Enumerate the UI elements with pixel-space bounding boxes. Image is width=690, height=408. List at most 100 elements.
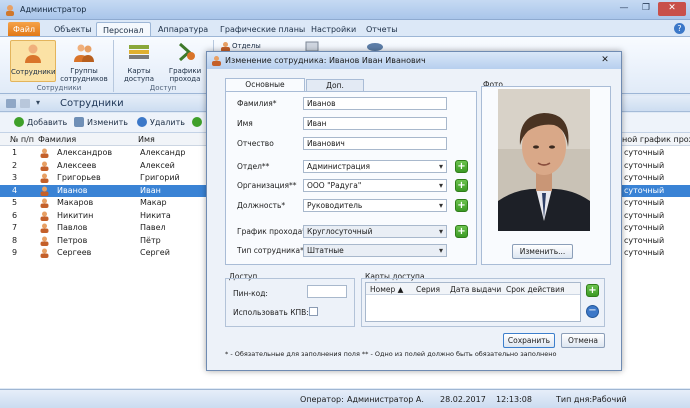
employee-icon xyxy=(40,161,49,171)
position-label: Должность* xyxy=(237,201,286,210)
day-type-label: Тип дня: xyxy=(556,395,593,404)
dialog-close-button[interactable]: ✕ xyxy=(599,55,611,66)
extra-tool-icon[interactable] xyxy=(192,117,202,127)
col-lastname[interactable]: Фамилия xyxy=(38,135,76,144)
tab-hardware[interactable]: Аппаратура xyxy=(152,22,214,37)
change-photo-button[interactable]: Изменить... xyxy=(512,244,573,259)
tab-extra-info[interactable]: Доп. сведения xyxy=(306,79,364,101)
add-schedule-button[interactable]: + xyxy=(455,225,468,238)
row-number: 8 xyxy=(12,235,18,245)
save-button[interactable]: Сохранить xyxy=(503,333,555,348)
add-button[interactable]: Добавить xyxy=(14,117,67,127)
position-select[interactable]: Руководитель xyxy=(303,199,447,212)
edit-icon xyxy=(74,117,84,127)
remove-card-button[interactable]: − xyxy=(586,305,599,318)
tab-main-info[interactable]: Основные сведения xyxy=(225,78,305,101)
row-lastname: Алексеев xyxy=(57,160,97,170)
firstname-field[interactable]: Иван xyxy=(303,117,447,130)
row-number: 7 xyxy=(12,223,18,232)
row-number: 3 xyxy=(12,173,18,182)
tab-file[interactable]: Файл xyxy=(8,22,40,37)
add-organization-button[interactable]: + xyxy=(455,179,468,192)
row-schedule: суточный xyxy=(624,173,665,182)
schedule-select[interactable]: Круглосуточный xyxy=(303,225,447,238)
row-lastname: Сергеев xyxy=(57,248,92,257)
add-card-button[interactable]: + xyxy=(586,284,599,297)
required-footnote: * - Обязательные для заполнения поля ** … xyxy=(225,350,557,358)
row-schedule: суточный xyxy=(624,223,665,232)
col-number[interactable]: № п/п xyxy=(10,135,34,144)
row-firstname: Пётр xyxy=(140,235,161,245)
employee-type-label: Тип сотрудника* xyxy=(237,246,304,255)
row-number: 5 xyxy=(12,198,18,207)
kpv-label: Использовать КПВ: xyxy=(233,308,309,317)
operator-value: Администратор А. xyxy=(347,395,424,404)
pin-field[interactable] xyxy=(307,285,347,298)
edit-employee-dialog: Изменение сотрудника: Иванов Иван Иванов… xyxy=(206,51,622,371)
close-button[interactable]: ✕ xyxy=(658,2,686,16)
delete-button[interactable]: Удалить xyxy=(137,117,185,127)
maximize-button[interactable]: ❐ xyxy=(636,2,656,16)
cards-col-series[interactable]: Серия xyxy=(416,285,440,294)
row-lastname: Иванов xyxy=(57,185,88,195)
forward-icon[interactable] xyxy=(20,99,30,108)
row-lastname: Макаров xyxy=(57,198,94,207)
add-position-button[interactable]: + xyxy=(455,199,468,212)
status-date: 28.02.2017 xyxy=(440,395,486,404)
department-select[interactable]: Администрация xyxy=(303,160,447,173)
edit-button[interactable]: Изменить xyxy=(74,117,128,127)
schedules-button[interactable]: Графики прохода xyxy=(164,42,206,83)
row-schedule: суточный xyxy=(624,210,665,220)
row-lastname: Александров xyxy=(57,148,113,157)
groups-icon xyxy=(74,44,94,62)
title-bar: Администратор — ❐ ✕ xyxy=(0,0,690,20)
cards-col-number[interactable]: Номер ▲ xyxy=(370,285,403,294)
row-lastname: Павлов xyxy=(57,223,88,232)
tab-personnel[interactable]: Персонал xyxy=(96,22,151,37)
cards-icon xyxy=(129,45,149,59)
row-schedule: суточный xyxy=(624,160,665,170)
staff-button[interactable]: Сотрудники xyxy=(10,40,56,82)
pin-label: Пин-код: xyxy=(233,289,268,298)
lastname-label: Фамилия* xyxy=(237,99,277,108)
doc-title: Сотрудники xyxy=(60,98,124,109)
row-number: 4 xyxy=(12,185,18,195)
row-firstname: Павел xyxy=(140,223,166,232)
app-icon xyxy=(6,5,14,16)
tab-graphic-plans[interactable]: Графические планы xyxy=(214,22,311,37)
col-firstname[interactable]: Имя xyxy=(138,135,155,144)
window-title: Администратор xyxy=(20,5,87,14)
middlename-field[interactable]: Иванович xyxy=(303,137,447,150)
cards-col-expiry[interactable]: Срок действия xyxy=(506,285,564,294)
tab-objects[interactable]: Объекты xyxy=(48,22,98,37)
tab-reports[interactable]: Отчеты xyxy=(360,22,404,37)
middlename-label: Отчество xyxy=(237,139,274,148)
row-firstname: Алексей xyxy=(140,160,175,170)
col-schedule[interactable]: ной график прохо... xyxy=(622,135,690,144)
lastname-field[interactable]: Иванов xyxy=(303,97,447,110)
staff-groups-button[interactable]: Группы сотрудников xyxy=(60,42,108,83)
ribbon-separator xyxy=(113,40,114,92)
cards-header: Номер ▲ Серия Дата выдачи Срок действия xyxy=(366,283,580,295)
access-cards-button[interactable]: Карты доступа xyxy=(118,42,160,83)
schedule-icon xyxy=(179,42,195,62)
cards-col-issue-date[interactable]: Дата выдачи xyxy=(450,285,501,294)
row-firstname: Александр xyxy=(140,148,186,157)
back-icon[interactable] xyxy=(6,99,16,108)
employee-type-select[interactable]: Штатные xyxy=(303,244,447,257)
dropdown-icon[interactable]: ▾ xyxy=(36,98,40,107)
minimize-button[interactable]: — xyxy=(614,2,634,16)
kpv-checkbox[interactable] xyxy=(309,307,318,316)
delete-icon xyxy=(137,117,147,127)
operator-label: Оператор: xyxy=(300,395,344,404)
cancel-button[interactable]: Отмена xyxy=(561,333,605,348)
add-department-button[interactable]: + xyxy=(455,160,468,173)
cards-table: Номер ▲ Серия Дата выдачи Срок действия xyxy=(365,282,581,322)
employee-icon xyxy=(40,211,49,221)
row-firstname: Сергей xyxy=(140,248,170,257)
row-number: 2 xyxy=(12,160,18,170)
device-icon xyxy=(367,43,383,51)
tab-settings[interactable]: Настройки xyxy=(305,22,362,37)
organization-select[interactable]: ООО "Радуга" xyxy=(303,179,447,192)
help-icon[interactable]: ? xyxy=(674,23,685,34)
